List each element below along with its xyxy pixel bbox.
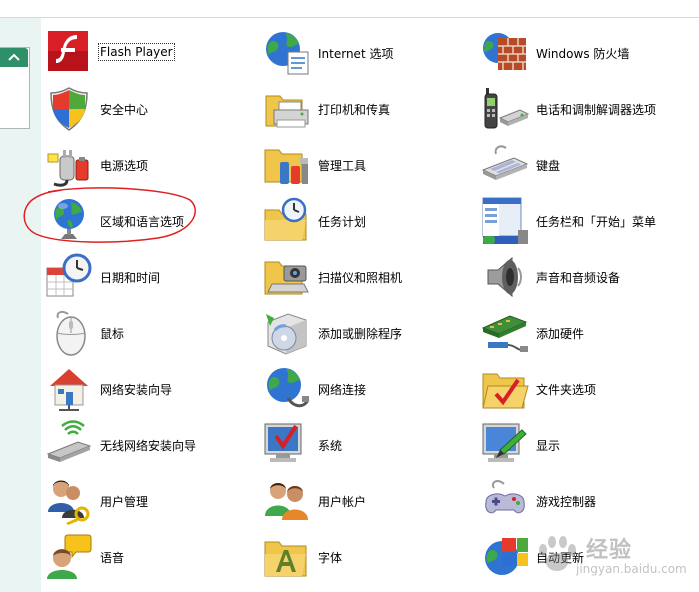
item-keyboard[interactable]: 键盘 [480,138,690,192]
item-admin-tools[interactable]: 管理工具 [262,138,472,192]
item-wireless-setup[interactable]: 无线网络安装向导 [44,418,254,472]
item-automatic-updates[interactable]: 自动更新 [480,530,690,584]
item-power-options[interactable]: 电源选项 [44,138,254,192]
automatic-updates-icon [485,538,528,575]
task-pane [0,18,41,592]
item-phone-modem[interactable]: 电话和调制解调器选项 [480,82,690,136]
item-label: 添加硬件 [536,327,585,341]
item-label: 区域和语言选项 [100,215,185,229]
item-label: 键盘 [536,159,561,173]
item-user-accounts[interactable]: 用户帐户 [262,474,472,528]
item-folder-options[interactable]: 文件夹选项 [480,362,690,416]
item-label: 游戏控制器 [536,495,597,509]
item-label: 自动更新 [536,551,585,565]
item-label: 管理工具 [318,159,367,173]
item-scanner-camera[interactable]: 扫描仪和照相机 [262,250,472,304]
display-icon [482,423,527,462]
item-add-hardware[interactable]: 添加硬件 [480,306,690,360]
collapse-button[interactable] [0,48,28,67]
item-label: Flash Player [98,43,175,61]
item-game-controller[interactable]: 游戏控制器 [480,474,690,528]
item-scheduled-tasks[interactable]: 任务计划 [262,194,472,248]
power-options-icon [47,150,89,187]
item-label: 网络安装向导 [100,383,173,397]
item-regional-language[interactable]: 区域和语言选项 [44,194,254,248]
add-hardware-icon [481,315,528,352]
item-label: Windows 防火墙 [536,47,630,61]
game-controller-icon [485,480,525,514]
item-label: 电源选项 [100,159,149,173]
taskbar-start-icon [482,197,528,244]
regional-language-icon [54,199,84,239]
item-fonts[interactable]: 字体 [262,530,472,584]
item-label: 打印机和传真 [318,103,391,117]
item-label: 添加或删除程序 [318,327,403,341]
user-accounts-icon [265,483,308,520]
keyboard-icon [481,145,529,180]
item-label: 用户管理 [100,495,149,509]
item-label: 系统 [318,439,343,453]
date-time-icon [46,253,92,297]
item-label: 语音 [100,551,125,565]
security-center-icon [50,87,88,131]
item-label: 显示 [536,439,561,453]
item-system[interactable]: 系统 [262,418,472,472]
item-user-manage[interactable]: 用户管理 [44,474,254,528]
item-speech[interactable]: 语音 [44,530,254,584]
wireless-setup-icon [46,420,92,462]
internet-options-icon [266,32,309,75]
speech-icon [47,534,92,579]
item-printer-fax[interactable]: 打印机和传真 [262,82,472,136]
user-manage-icon [48,480,90,525]
item-label: 任务计划 [318,215,367,229]
network-setup-icon [50,369,88,411]
firewall-icon [483,33,526,70]
flash-player-icon [48,31,88,71]
printer-fax-icon [265,95,309,128]
chevron-up-icon [8,53,20,61]
add-remove-programs-icon [266,313,307,355]
phone-modem-icon [484,88,530,129]
scanner-camera-icon [264,261,309,295]
item-network-setup[interactable]: 网络安装向导 [44,362,254,416]
folder-options-icon [482,373,529,409]
item-label: 任务栏和「开始」菜单 [536,215,657,229]
item-label: 网络连接 [318,383,367,397]
mouse-icon [56,310,86,356]
item-internet-options[interactable]: Internet 选项 [262,26,472,80]
item-label: 扫描仪和照相机 [318,271,403,285]
admin-tools-icon [264,149,308,184]
item-add-remove-programs[interactable]: 添加或删除程序 [262,306,472,360]
item-label: 电话和调制解调器选项 [536,103,657,117]
item-security-center[interactable]: 安全中心 [44,82,254,136]
item-network-connections[interactable]: 网络连接 [262,362,472,416]
fonts-icon [264,541,307,577]
item-sound-audio[interactable]: 声音和音频设备 [480,250,690,304]
item-label: 安全中心 [100,103,149,117]
system-icon [264,423,302,462]
item-label: 无线网络安装向导 [100,439,197,453]
item-label: 用户帐户 [318,495,367,509]
item-label: 声音和音频设备 [536,271,621,285]
item-mouse[interactable]: 鼠标 [44,306,254,360]
scheduled-tasks-icon [264,197,307,241]
top-bar [0,0,699,18]
sound-audio-icon [487,256,522,298]
item-label: Internet 选项 [318,47,394,61]
item-label: 字体 [318,551,343,565]
item-date-time[interactable]: 日期和时间 [44,250,254,304]
network-connections-icon [267,368,310,408]
item-label: 日期和时间 [100,271,161,285]
item-display[interactable]: 显示 [480,418,690,472]
item-flash-player[interactable]: Flash Player [44,26,254,80]
item-firewall[interactable]: Windows 防火墙 [480,26,690,80]
item-taskbar-start[interactable]: 任务栏和「开始」菜单 [480,194,690,248]
item-label: 鼠标 [100,327,125,341]
item-label: 文件夹选项 [536,383,597,397]
